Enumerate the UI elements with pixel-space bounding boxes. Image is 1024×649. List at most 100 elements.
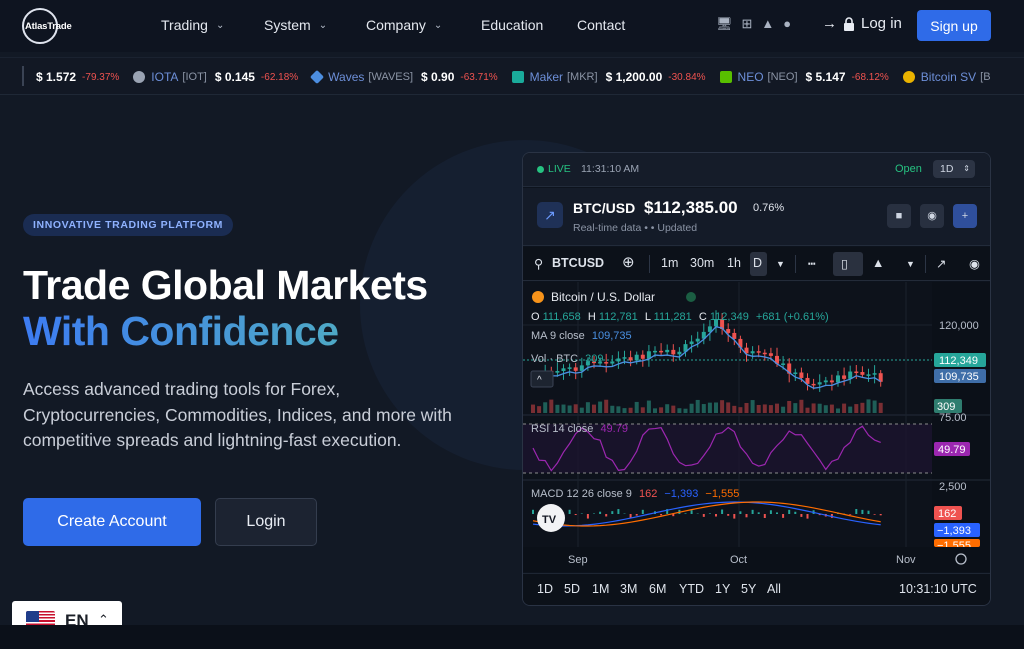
symbol-search[interactable]: BTCUSD [552, 256, 604, 270]
candle-body [781, 363, 786, 365]
volume-bar [829, 404, 834, 413]
macd-hist-bar [702, 514, 705, 517]
macd-hist-bar [721, 509, 724, 514]
range-1m[interactable]: 1M [592, 582, 609, 596]
range-5y[interactable]: 5Y [741, 582, 756, 596]
ticker-name: Maker [529, 70, 563, 84]
volume-bar [610, 405, 615, 413]
range-3m[interactable]: 3M [620, 582, 637, 596]
last-price-tag-text: 112,349 [939, 355, 978, 367]
macd-hist-bar [879, 514, 882, 516]
ma-tag-text: 109,735 [939, 371, 979, 383]
windows-icon[interactable]: ⊞ [742, 16, 753, 32]
nav-label: Contact [577, 17, 626, 33]
toolbar-divider [925, 255, 926, 273]
range-1d[interactable]: 1D [537, 582, 553, 596]
ticker-item[interactable]: IOTA [IOT] $ 0.145 -62.18% [133, 70, 298, 84]
android-icon[interactable]: ▲ [761, 16, 774, 32]
range-1y[interactable]: 1Y [715, 582, 730, 596]
interval-d[interactable]: D [753, 256, 762, 270]
candle-body [817, 382, 822, 385]
candle-body [604, 362, 609, 364]
macd-hist-bar [794, 511, 797, 514]
high-value: 112,781 [599, 311, 638, 323]
candlestick-icon[interactable]: ▯ [841, 256, 848, 271]
range-6m[interactable]: 6M [649, 582, 666, 596]
login-link[interactable]: → Log in [822, 15, 902, 32]
range-ytd[interactable]: YTD [679, 582, 704, 596]
nav-trading[interactable]: Trading ⌄ [161, 17, 224, 33]
area-chart-icon[interactable]: ▲ [872, 256, 884, 270]
macd-hist-bar [727, 514, 730, 516]
ma-label: MA 9 close [531, 330, 585, 342]
pair-change: 0.76% [753, 202, 785, 214]
volume-bar [854, 404, 859, 413]
maker-icon [511, 71, 524, 83]
toolbar-divider [795, 255, 796, 273]
chevron-down-icon[interactable]: ▼ [776, 259, 785, 269]
candle-body [750, 351, 755, 354]
search-icon[interactable]: ⚲ [534, 256, 543, 271]
ticker-price: $ 5.147 [805, 70, 846, 84]
target-icon[interactable]: ◉ [920, 204, 944, 228]
macd-hist-tag-text: 162 [938, 508, 956, 520]
macd-hist-bar [861, 509, 864, 514]
interval-1m[interactable]: 1m [661, 256, 678, 270]
volume-bar [537, 406, 542, 413]
plus-icon[interactable]: + [953, 204, 977, 228]
macd-hist-bar [788, 509, 791, 514]
volume-bar [659, 407, 664, 413]
chart-area[interactable]: Bitcoin / U.S. Dollar O 111,658 H 112,78… [523, 282, 991, 572]
macd-hist-bar [873, 514, 876, 515]
signup-button[interactable]: Sign up [917, 10, 991, 41]
volume-bar [683, 408, 688, 413]
ticker-item[interactable]: Bitcoin SV [B [902, 70, 999, 84]
create-account-button[interactable]: Create Account [23, 498, 201, 546]
nav-education[interactable]: Education [481, 17, 543, 33]
volume-bar [628, 407, 633, 413]
hero-login-button[interactable]: Login [215, 498, 317, 546]
market-status: Open [895, 163, 922, 175]
chevron-down-icon[interactable]: ▼ [906, 259, 915, 269]
top-navbar: AtlasTrade Trading ⌄ System ⌄ Company ⌄ Edu… [0, 0, 1024, 52]
apple-icon[interactable]: ● [783, 16, 791, 32]
volume-bar [836, 408, 840, 413]
volume-bar [677, 408, 682, 413]
volume-value: 309 [585, 353, 603, 365]
nav-system[interactable]: System ⌄ [264, 17, 327, 33]
timeframe-select[interactable]: 1D ⇕ [933, 160, 975, 178]
interval-1h[interactable]: 1h [727, 256, 741, 270]
camera-icon[interactable]: ◉ [969, 256, 980, 271]
range-all[interactable]: All [767, 582, 781, 596]
volume-bar [598, 401, 603, 413]
nav-company[interactable]: Company ⌄ [366, 17, 442, 33]
candle-body [671, 349, 676, 355]
volume-bar [640, 407, 645, 413]
volume-bar [579, 407, 584, 413]
candle-body [860, 372, 865, 375]
live-time: 11:31:10 AM [581, 163, 640, 175]
volume-bar [707, 402, 712, 413]
live-label: LIVE [548, 163, 571, 175]
bar-type-icon[interactable]: ┅ [808, 256, 816, 271]
desktop-icon[interactable]: 🖥 [716, 16, 733, 32]
range-bar: 1D 5D 1M 3M 6M YTD 1Y 5Y All 10:31:10 UT… [523, 573, 990, 605]
volume-bar [726, 402, 731, 413]
add-symbol-icon[interactable]: ⊕ [622, 253, 635, 271]
ticker-item[interactable]: NEO [NEO] $ 5.147 -68.12% [719, 70, 889, 84]
ticker-item[interactable]: Maker [MKR] $ 1,200.00 -30.84% [511, 70, 706, 84]
collapse-legend-button[interactable] [530, 370, 554, 388]
candle-body [726, 329, 731, 333]
price-chart[interactable]: Bitcoin / U.S. Dollar O 111,658 H 112,78… [523, 282, 991, 572]
stop-icon[interactable]: ■ [887, 204, 911, 228]
ticker-item[interactable]: $ 1.572 -79.37% [36, 70, 119, 84]
indicators-icon[interactable]: ↗ [936, 256, 946, 271]
nav-contact[interactable]: Contact [577, 17, 625, 33]
interval-30m[interactable]: 30m [690, 256, 714, 270]
ma-value: 109,735 [592, 330, 632, 342]
candle-body [756, 351, 761, 353]
ticker-item[interactable]: Waves [WAVES] $ 0.90 -63.71% [310, 69, 498, 85]
volume-bar [811, 403, 816, 413]
range-5d[interactable]: 5D [564, 582, 580, 596]
timeframe-value: 1D [940, 163, 954, 175]
